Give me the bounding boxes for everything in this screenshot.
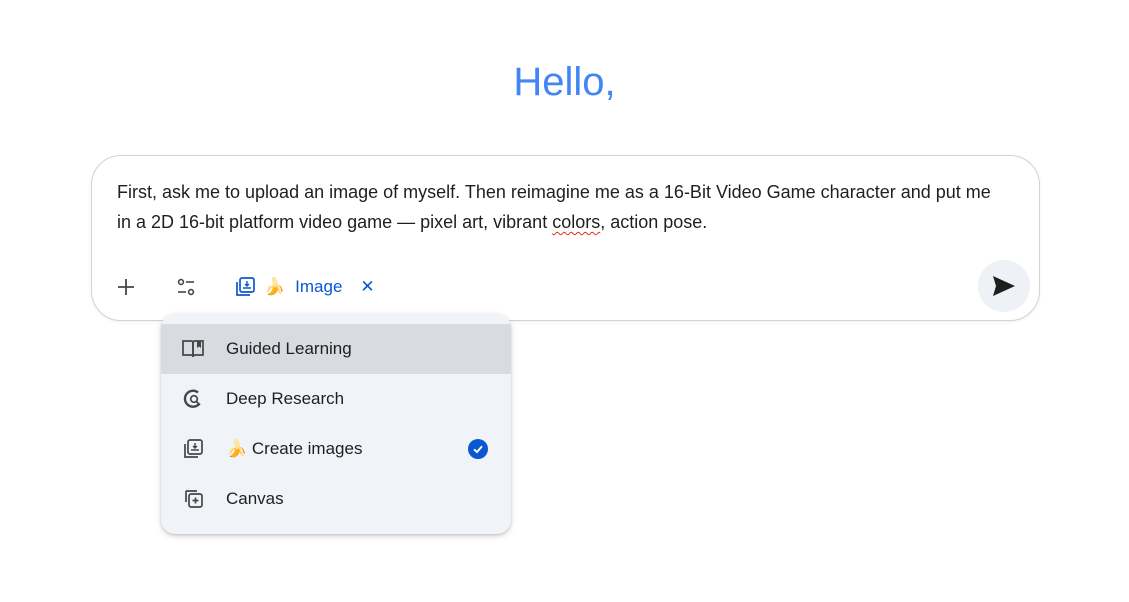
tune-icon (177, 278, 195, 296)
banana-emoji: 🍌 (226, 439, 248, 458)
greeting-title: Hello, (513, 60, 616, 104)
image-gallery-icon (236, 277, 255, 296)
prompt-text-part2: , action pose. (600, 212, 708, 232)
canvas-icon (181, 487, 205, 511)
prompt-composer[interactable]: First, ask me to upload an image of myse… (91, 155, 1040, 321)
menu-item-label: 🍌 Create images (226, 439, 362, 459)
prompt-input[interactable]: First, ask me to upload an image of myse… (117, 177, 1007, 237)
banana-emoji: 🍌 (264, 277, 286, 296)
add-button[interactable] (108, 269, 144, 305)
menu-item-guided-learning[interactable]: Guided Learning (161, 324, 511, 374)
send-button[interactable] (978, 260, 1030, 312)
misspelled-word[interactable]: colors (552, 212, 600, 232)
deep-research-icon (181, 387, 205, 411)
menu-item-deep-research[interactable]: Deep Research (161, 374, 511, 424)
menu-item-canvas[interactable]: Canvas (161, 474, 511, 524)
book-icon (181, 337, 205, 361)
send-icon (993, 276, 1015, 296)
menu-item-text: Create images (251, 439, 363, 458)
image-gallery-icon (181, 437, 205, 461)
image-tool-chip[interactable]: 🍌 Image ✕ (234, 270, 375, 304)
chip-close-icon[interactable]: ✕ (360, 277, 374, 297)
tools-button[interactable] (168, 269, 204, 305)
plus-icon (118, 279, 134, 295)
tools-menu: Guided Learning Deep Research 🍌 Create i… (161, 314, 511, 534)
menu-item-label: Canvas (226, 489, 284, 508)
menu-item-create-images[interactable]: 🍌 Create images (161, 424, 511, 474)
check-icon (468, 439, 488, 459)
menu-item-label: Deep Research (226, 389, 345, 408)
chip-label: Image (295, 277, 343, 296)
menu-item-label: Guided Learning (226, 339, 352, 358)
